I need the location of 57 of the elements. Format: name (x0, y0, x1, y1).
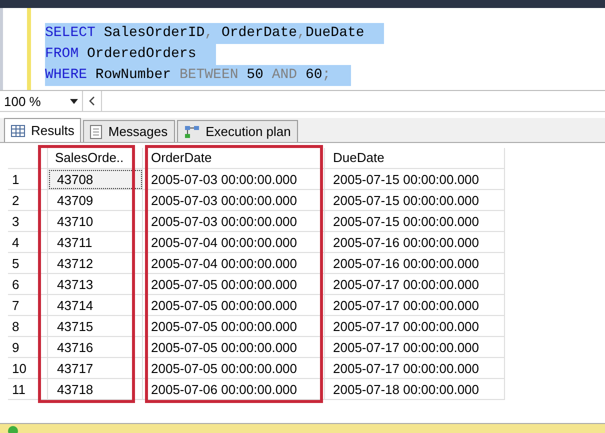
table-cell: 43710 (48, 211, 143, 232)
table-cell: 2005-07-17 00:00:00.000 (325, 274, 505, 295)
table-cell: 2005-07-04 00:00:00.000 (143, 232, 325, 253)
table-cell: 43716 (48, 337, 143, 358)
table-cell: 2005-07-15 00:00:00.000 (325, 211, 505, 232)
tab[interactable]: Execution plan (176, 120, 298, 142)
table-cell: 2005-07-04 00:00:00.000 (143, 253, 325, 274)
row-number: 7 (8, 295, 48, 316)
table-cell: 2005-07-17 00:00:00.000 (325, 316, 505, 337)
table-cell: 43713 (48, 274, 143, 295)
table-cell: 2005-07-15 00:00:00.000 (325, 190, 505, 211)
column-header[interactable]: DueDate (325, 148, 505, 169)
table-cell: 43712 (48, 253, 143, 274)
row-number: 4 (8, 232, 48, 253)
chevron-left-icon (89, 96, 95, 106)
row-number: 9 (8, 337, 48, 358)
row-number: 2 (8, 190, 48, 211)
table-cell: 43715 (48, 316, 143, 337)
tab[interactable]: Messages (83, 120, 175, 142)
table-cell: 2005-07-05 00:00:00.000 (143, 295, 325, 316)
table-cell: 2005-07-17 00:00:00.000 (325, 358, 505, 379)
plan-diagram-icon (184, 124, 200, 138)
table-cell: 43709 (48, 190, 143, 211)
table-cell: 2005-07-16 00:00:00.000 (325, 253, 505, 274)
table-cell: 2005-07-17 00:00:00.000 (325, 337, 505, 358)
table-cell: 2005-07-15 00:00:00.000 (325, 169, 505, 190)
tab[interactable]: Results (4, 118, 82, 142)
table-cell: 2005-07-05 00:00:00.000 (143, 316, 325, 337)
status-dot-icon (8, 426, 18, 433)
table-cell: 43717 (48, 358, 143, 379)
table-cell: 2005-07-03 00:00:00.000 (143, 211, 325, 232)
row-number: 3 (8, 211, 48, 232)
table-cell: 43714 (48, 295, 143, 316)
table-cell: 2005-07-17 00:00:00.000 (325, 295, 505, 316)
row-number: 6 (8, 274, 48, 295)
table-cell: 2005-07-05 00:00:00.000 (143, 274, 325, 295)
row-number: 11 (8, 379, 48, 400)
table-cell: 2005-07-05 00:00:00.000 (143, 358, 325, 379)
caret-icon (70, 98, 78, 104)
table-cell: 43708 (48, 169, 143, 190)
table-cell: 43711 (48, 232, 143, 253)
row-number: 1 (8, 169, 48, 190)
table-cell: 2005-07-06 00:00:00.000 (143, 379, 325, 400)
table-cell: 2005-07-16 00:00:00.000 (325, 232, 505, 253)
column-header[interactable]: OrderDate (143, 148, 325, 169)
row-number: 8 (8, 316, 48, 337)
grid-icon (11, 124, 25, 136)
document-icon (90, 124, 102, 138)
table-cell: 2005-07-05 00:00:00.000 (143, 337, 325, 358)
row-number: 10 (8, 358, 48, 379)
table-cell: 2005-07-03 00:00:00.000 (143, 190, 325, 211)
row-number: 5 (8, 253, 48, 274)
table-cell: 43718 (48, 379, 143, 400)
column-header[interactable]: SalesOrde.. (48, 148, 143, 169)
table-cell: 2005-07-18 00:00:00.000 (325, 379, 505, 400)
table-cell: 2005-07-03 00:00:00.000 (143, 169, 325, 190)
zoom-dropdown[interactable]: 100 % (0, 91, 83, 111)
